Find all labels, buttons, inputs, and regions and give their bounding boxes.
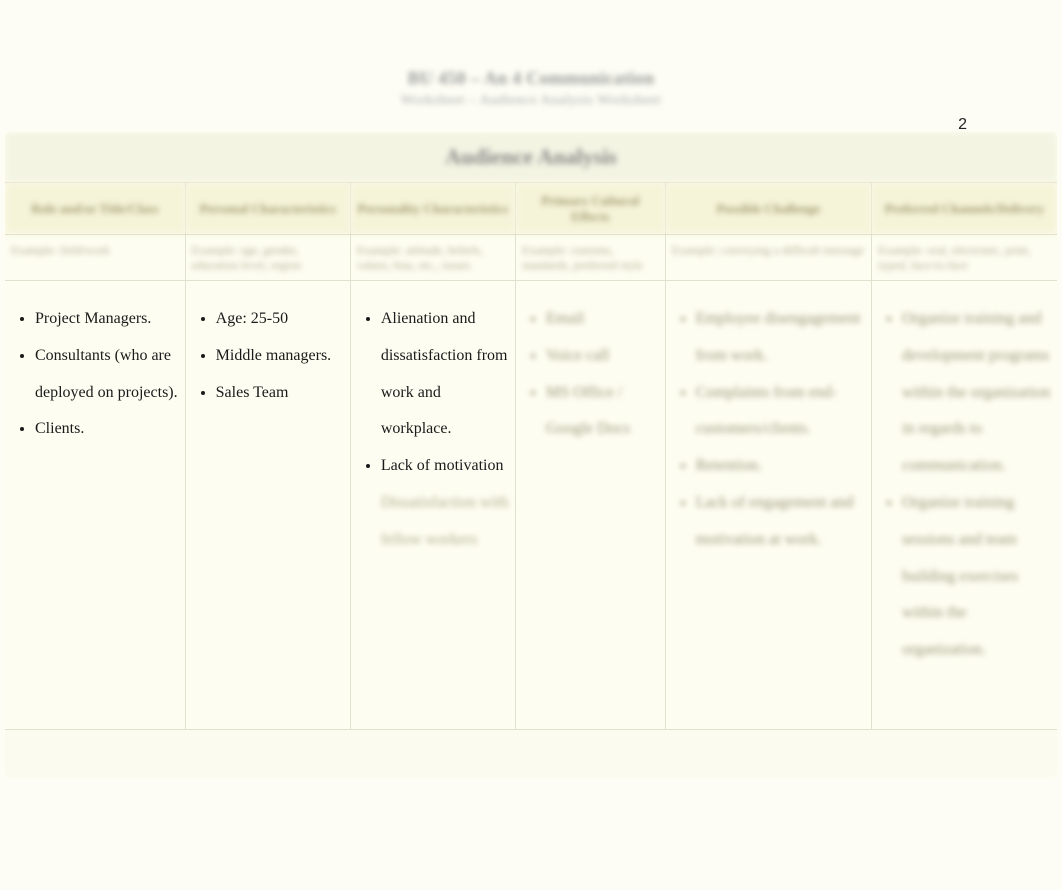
col-header: Personality Characteristics	[350, 183, 515, 235]
subhead-cell: Example: attitude, beliefs, values, bias…	[350, 235, 515, 281]
subhead-cell: Example: conveying a difficult message	[665, 235, 871, 281]
subhead-cell: Example: oral, electronic, print, typed,…	[872, 235, 1058, 281]
list-item: Retention.	[696, 448, 867, 485]
cell-challenge: Employee disengagement from work. Compla…	[665, 280, 871, 729]
cell-personality: Alienation and dissatisfaction from work…	[350, 280, 515, 729]
list-item: Consultants (who are deployed on project…	[35, 338, 181, 412]
list-item: Employee disengagement from work.	[696, 301, 867, 375]
subhead-cell: Example: customs, standards, preferred s…	[516, 235, 666, 281]
document-subtitle: Worksheet – Audience Analysis Worksheet	[0, 93, 1062, 109]
col-header: Personal Characteristics	[185, 183, 350, 235]
table-footer-row	[5, 729, 1058, 777]
document-title: BU 450 – An 4 Communication	[0, 68, 1062, 89]
list-item: Clients.	[35, 411, 181, 448]
table-row: Project Managers. Consultants (who are d…	[5, 280, 1058, 729]
list-item: Lack of engagement and motivation at wor…	[696, 485, 867, 559]
cell-personal: Age: 25-50 Middle managers. Sales Team	[185, 280, 350, 729]
list-item: Lack of motivation Dissatisfaction with …	[381, 448, 511, 558]
list-item: Middle managers.	[216, 338, 346, 375]
subhead-cell: Example: field/work	[5, 235, 186, 281]
list-item: Voice call	[546, 338, 661, 375]
cell-delivery: Organize training and development progra…	[872, 280, 1058, 729]
list-item: Sales Team	[216, 375, 346, 412]
audience-analysis-table: Audience Analysis Role and/or Title/Clas…	[0, 131, 1062, 778]
list-item: Alienation and dissatisfaction from work…	[381, 301, 511, 448]
col-header: Possible Challenge	[665, 183, 871, 235]
list-item: Organize training and development progra…	[902, 301, 1053, 485]
list-item: Age: 25-50	[216, 301, 346, 338]
list-item: Organize training sessions and team buil…	[902, 485, 1053, 669]
list-item: MS Office / Google Docs	[546, 375, 661, 449]
main-header-cell: Audience Analysis	[5, 132, 1058, 183]
list-item: Email	[546, 301, 661, 338]
subhead-cell: Example: age, gender, education level, r…	[185, 235, 350, 281]
table-column-headers: Role and/or Title/Class Personal Charact…	[5, 183, 1058, 235]
blurred-text: Dissatisfaction with fellow workers	[381, 485, 511, 559]
table-subheads: Example: field/work Example: age, gender…	[5, 235, 1058, 281]
table-main-header: Audience Analysis	[5, 132, 1058, 183]
cell-role: Project Managers. Consultants (who are d…	[5, 280, 186, 729]
list-item: Project Managers.	[35, 301, 181, 338]
col-header: Preferred Channels/Delivery	[872, 183, 1058, 235]
list-item: Complaints from end-customers/clients.	[696, 375, 867, 449]
cell-cultural: Email Voice call MS Office / Google Docs	[516, 280, 666, 729]
footer-cell	[5, 729, 1058, 777]
col-header: Primary Cultural Effects	[516, 183, 666, 235]
list-item-label: Lack of motivation	[381, 457, 504, 474]
col-header: Role and/or Title/Class	[5, 183, 186, 235]
